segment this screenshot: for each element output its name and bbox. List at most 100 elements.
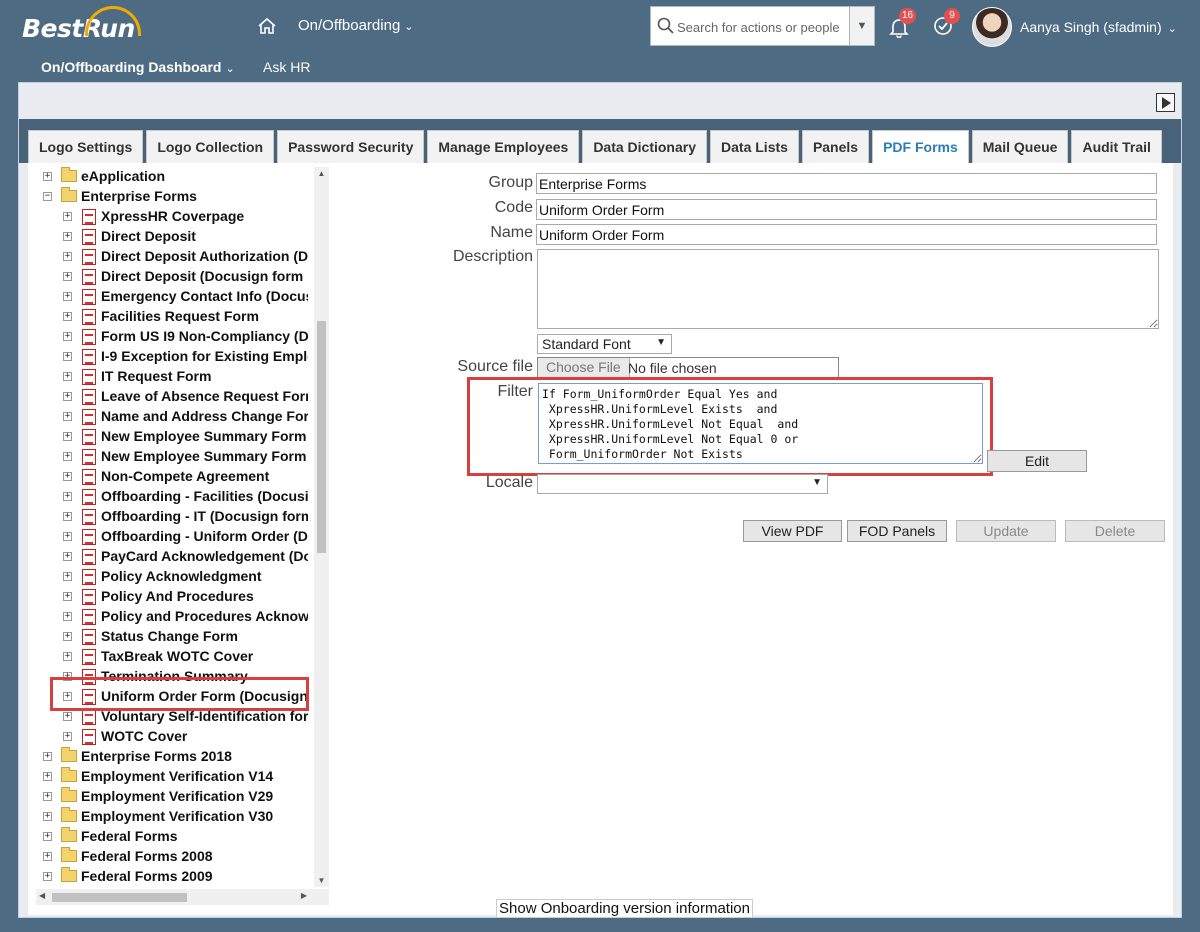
tree-item[interactable]: + Name and Address Change Form — [36, 407, 308, 427]
code-field[interactable] — [536, 199, 1157, 220]
tree-item[interactable]: + Facilities Request Form — [36, 307, 308, 327]
scroll-up-icon[interactable]: ▲ — [314, 169, 329, 178]
search-scope-dropdown[interactable]: ▼ — [849, 7, 874, 45]
tree-item-label[interactable]: Offboarding - IT (Docusign form — [101, 508, 308, 524]
edit-filter-button[interactable]: Edit — [987, 450, 1087, 472]
tree-item-label[interactable]: Enterprise Forms — [81, 188, 197, 204]
version-info-link[interactable]: Show Onboarding version information — [496, 899, 753, 918]
expand-icon[interactable]: + — [43, 832, 52, 841]
tree-folder[interactable]: + Employment Verification V29 — [36, 787, 308, 807]
expand-icon[interactable]: + — [63, 592, 72, 601]
expand-icon[interactable]: + — [43, 792, 52, 801]
tree-item-label[interactable]: Employment Verification V30 — [81, 808, 273, 824]
tree-item[interactable]: + Non-Compete Agreement — [36, 467, 308, 487]
expand-icon[interactable]: + — [63, 292, 72, 301]
search-input[interactable] — [677, 17, 847, 37]
tab-mail-queue[interactable]: Mail Queue — [971, 130, 1069, 164]
tab-panels[interactable]: Panels — [801, 130, 870, 164]
tree-item-label[interactable]: Direct Deposit Authorization (Do — [101, 248, 308, 264]
tree-item[interactable]: + Offboarding - IT (Docusign form — [36, 507, 308, 527]
tree-item-label[interactable]: Direct Deposit (Docusign form p — [101, 268, 308, 284]
tree-item-label[interactable]: IT Request Form — [101, 368, 211, 384]
tree-item-label[interactable]: eApplication — [81, 168, 165, 184]
tree-item-label[interactable]: Form US I9 Non-Compliancy (Do — [101, 328, 308, 344]
scroll-thumb[interactable] — [317, 321, 326, 553]
tree-item-label[interactable]: TaxBreak WOTC Cover — [101, 648, 253, 664]
tree-folder[interactable]: + Employment Verification V30 — [36, 807, 308, 827]
tree-item[interactable]: + TaxBreak WOTC Cover — [36, 647, 308, 667]
tab-password-security[interactable]: Password Security — [277, 130, 425, 164]
tree-folder[interactable]: + Employment Verification V14 — [36, 767, 308, 787]
ask-hr-link[interactable]: Ask HR — [263, 59, 310, 75]
tree-folder[interactable]: + Federal Forms 2009 — [36, 867, 308, 887]
dashboard-menu[interactable]: On/Offboarding Dashboard ⌄ — [41, 59, 235, 75]
name-field[interactable] — [536, 224, 1157, 245]
scroll-thumb[interactable] — [52, 893, 187, 902]
tree-item-label[interactable]: Name and Address Change Form — [101, 408, 308, 424]
tab-logo-settings[interactable]: Logo Settings — [28, 130, 144, 164]
home-icon[interactable] — [257, 16, 277, 36]
tree-item-label[interactable]: PayCard Acknowledgement (Doc — [101, 548, 308, 564]
tree-horizontal-scrollbar[interactable]: ◀ ▶ — [36, 889, 329, 905]
tree-item-label[interactable]: Employment Verification V29 — [81, 788, 273, 804]
tree-item[interactable]: + Form US I9 Non-Compliancy (Do — [36, 327, 308, 347]
tree-item[interactable]: + Offboarding - Uniform Order (Do — [36, 527, 308, 547]
tree-item[interactable]: + Direct Deposit (Docusign form p — [36, 267, 308, 287]
tree-item[interactable]: + Direct Deposit — [36, 227, 308, 247]
tab-logo-collection[interactable]: Logo Collection — [146, 130, 275, 164]
font-select[interactable]: Standard Font ▼ — [537, 334, 672, 354]
expand-icon[interactable]: + — [63, 272, 72, 281]
expand-icon[interactable]: + — [43, 872, 52, 881]
scroll-left-icon[interactable]: ◀ — [39, 891, 45, 900]
tree-item-label[interactable]: Policy Acknowledgment — [101, 568, 262, 584]
global-search[interactable]: ▼ — [650, 6, 875, 46]
expand-icon[interactable]: + — [63, 232, 72, 241]
expand-icon[interactable]: + — [43, 772, 52, 781]
tree-folder[interactable]: + Federal Forms — [36, 827, 308, 847]
tree-item[interactable]: + New Employee Summary Form R — [36, 447, 308, 467]
tree-item-label[interactable]: Federal Forms 2008 — [81, 848, 213, 864]
module-switcher[interactable]: On/Offboarding ⌄ — [298, 17, 414, 34]
tree-vertical-scrollbar[interactable]: ▲ ▼ — [314, 167, 329, 887]
expand-icon[interactable]: + — [43, 172, 52, 181]
tree-item-label[interactable]: Policy And Procedures — [101, 588, 254, 604]
source-file-input[interactable]: Choose File No file chosen — [537, 357, 839, 378]
tab-manage-employees[interactable]: Manage Employees — [427, 130, 580, 164]
fod-panels-button[interactable]: FOD Panels — [847, 520, 947, 542]
tree-item[interactable]: + Policy And Procedures — [36, 587, 308, 607]
expand-icon[interactable]: + — [63, 372, 72, 381]
group-field[interactable] — [536, 173, 1157, 194]
tab-data-lists[interactable]: Data Lists — [710, 130, 799, 164]
expand-icon[interactable]: + — [63, 612, 72, 621]
tree-item-label[interactable]: Leave of Absence Request Form — [101, 388, 308, 404]
tree-item[interactable]: + IT Request Form — [36, 367, 308, 387]
description-field[interactable] — [537, 249, 1159, 329]
expand-icon[interactable]: + — [63, 212, 72, 221]
tree-item-label[interactable]: Federal Forms 2009 — [81, 868, 213, 884]
tree-folder[interactable]: + Federal Forms 2008 — [36, 847, 308, 867]
update-button[interactable]: Update — [956, 520, 1056, 542]
tree-item[interactable]: + XpressHR Coverpage — [36, 207, 308, 227]
scroll-down-icon[interactable]: ▼ — [314, 876, 329, 885]
expand-icon[interactable]: + — [63, 652, 72, 661]
expand-icon[interactable]: + — [63, 632, 72, 641]
tree-item[interactable]: + Direct Deposit Authorization (Do — [36, 247, 308, 267]
expand-icon[interactable]: + — [63, 332, 72, 341]
tree-item-label[interactable]: WOTC Cover — [101, 728, 187, 744]
user-avatar[interactable] — [972, 7, 1012, 47]
tree-item-label[interactable]: Policy and Procedures Acknowle — [101, 608, 308, 624]
play-icon[interactable] — [1156, 93, 1175, 112]
tree-item[interactable]: + Policy and Procedures Acknowle — [36, 607, 308, 627]
tree-item-label[interactable]: Employment Verification V14 — [81, 768, 273, 784]
tab-data-dictionary[interactable]: Data Dictionary — [582, 130, 708, 164]
tree-item[interactable]: + Emergency Contact Info (Docusi — [36, 287, 308, 307]
user-menu[interactable]: Aanya Singh (sfadmin) ⌄ — [1020, 19, 1177, 35]
tree-item-label[interactable]: Offboarding - Facilities (Docusig — [101, 488, 308, 504]
view-pdf-button[interactable]: View PDF — [743, 520, 842, 542]
expand-icon[interactable]: + — [63, 732, 72, 741]
expand-icon[interactable]: + — [63, 432, 72, 441]
tree-folder[interactable]: + eApplication — [36, 167, 308, 187]
expand-icon[interactable]: + — [43, 852, 52, 861]
tree-item-label[interactable]: I-9 Exception for Existing Employ — [101, 348, 308, 364]
tree-item[interactable]: + Policy Acknowledgment — [36, 567, 308, 587]
